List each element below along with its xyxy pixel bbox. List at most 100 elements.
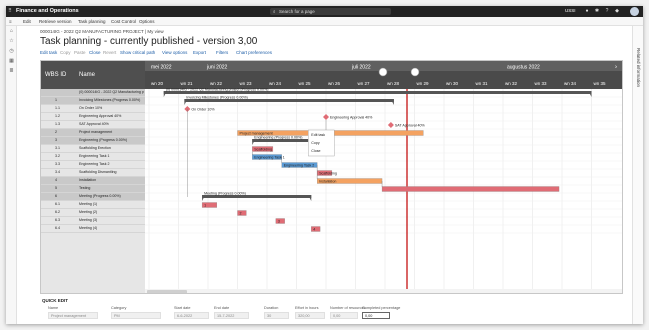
view-options-button[interactable]: View options [162,50,187,55]
quick-edit-field[interactable]: Project management [48,312,98,319]
task-name-cell: Engineering (Progress 0.00%) [79,138,128,142]
wbs-id-cell: 3.2 [55,154,60,158]
table-row[interactable]: 3.4 Scaffolding Dismantling [41,169,145,177]
table-row[interactable]: 1.3 SAT Approval 40% [41,121,145,129]
table-row[interactable]: 2 Project management [41,129,145,137]
wbs-id-cell: 4 [55,178,57,182]
table-row[interactable]: 3 Engineering (Progress 0.00%) [41,137,145,145]
menu-icon[interactable]: ≡ [9,19,12,24]
help-icon[interactable]: ? [604,8,610,14]
gear-icon[interactable]: ✱ [594,8,600,14]
app-topbar: ⠿ Finance and Operations ⌕ Search for a … [6,6,643,17]
task-name-cell: Engineering Approval 40% [79,114,122,118]
week-label: wn 26 [328,81,341,86]
chat-icon[interactable]: ◆ [614,8,620,14]
menu-item-cost-control[interactable]: Cost Control [111,19,136,24]
engineering-approval-milestone[interactable] [323,114,329,120]
table-row[interactable]: 6.1 Meeting (1) [41,201,145,209]
legal-entity[interactable]: USSI [565,8,576,13]
week-label: wn 32 [505,81,518,86]
bell-icon[interactable]: ● [584,8,590,14]
table-row[interactable]: 6 Meeting (Progress 0.00%) [41,193,145,201]
modules-icon[interactable]: ≣ [6,66,17,76]
wbs-id-cell: 6.2 [55,210,60,214]
wbs-id-header[interactable]: WBS ID [45,72,66,78]
scroll-right-icon[interactable]: › [615,65,617,71]
workspaces-icon[interactable]: ▦ [6,56,17,66]
task-name-cell: Meeting (Progress 0.00%) [79,194,121,198]
table-row[interactable]: 6.4 Meeting (4) [41,225,145,233]
table-row[interactable]: 6.2 Meeting (2) [41,209,145,217]
week-label: wn 22 [210,81,223,86]
table-row[interactable]: 3.1 Scaffolding Erection [41,145,145,153]
horizontal-scrollbar[interactable] [145,289,623,294]
engineering-approval-milestone-label: Engineering Approval 40% [330,115,373,119]
quick-edit-title[interactable]: QUICK EDIT [42,298,68,303]
search-placeholder: Search for a page [279,9,315,14]
quick-edit-field[interactable]: 320,00 [295,312,325,319]
scrollbar-thumb[interactable] [147,290,187,294]
quick-edit-field[interactable]: PM [111,312,161,319]
task-name-cell: Meeting (1) [79,202,98,206]
quick-edit-field[interactable]: 15-7-2022 [214,312,249,319]
testing-bar[interactable] [381,186,560,192]
meeting-1-bar-label: 1 [204,203,206,207]
related-information-label: Related information [636,48,641,88]
edit-task-button[interactable]: Edit task [40,50,57,55]
quick-edit-field[interactable]: 30 [264,312,289,319]
task-name-cell: Scaffolding Dismantling [79,170,117,174]
table-row[interactable]: 6.3 Meeting (3) [41,217,145,225]
timeline-nav-right-icon[interactable] [410,67,420,77]
context-menu-item-copy[interactable]: Copy [311,141,320,145]
close-button[interactable]: Close [89,50,101,55]
week-label: wn 31 [476,81,489,86]
revert-button[interactable]: Revert [103,50,116,55]
engineering-task-1-bar-label: Engineering Task 1 [254,155,285,159]
home-icon[interactable]: ⌂ [6,26,17,36]
wbs-id-cell: 1 [55,98,57,102]
export-button[interactable]: Export [193,50,206,55]
table-row[interactable]: (0) 000014IG - 2022 Q2 Manufacturing p [41,89,145,97]
menu-item-edit[interactable]: Edit [23,19,31,24]
task-name-cell: Engineering Task 1 [79,154,110,158]
wbs-id-cell: 3.1 [55,146,60,150]
recent-icon[interactable]: ◷ [6,46,17,56]
name-header[interactable]: Name [79,72,95,78]
paste-button[interactable]: Paste [74,50,86,55]
breadcrumb[interactable]: 000014IG - 2022 Q2 MANUFACTURING PROJECT… [40,29,164,34]
left-nav: ⌂ ☆ ◷ ▦ ≣ [6,26,17,324]
table-row[interactable]: 3.3 Engineering Task 2 [41,161,145,169]
table-row[interactable]: 3.2 Engineering Task 1 [41,153,145,161]
menu-item-options[interactable]: Options [139,19,155,24]
quick-edit-field[interactable]: 0,00 [362,312,390,319]
wbs-id-cell: 1.2 [55,114,60,118]
context-menu-item-close[interactable]: Close [311,149,320,153]
copy-button[interactable]: Copy [60,50,71,55]
task-name-cell: Testing [79,186,91,190]
avatar[interactable] [630,7,639,16]
context-menu-item-edit-task[interactable]: Edit task [311,133,325,137]
table-row[interactable]: 1 Invoicing Milestones (Progress 0.00%) [41,97,145,105]
show-critical-path-button[interactable]: Show critical path [120,50,155,55]
week-label: wn 34 [564,81,577,86]
waffle-icon[interactable]: ⠿ [7,8,13,14]
quick-edit-field[interactable]: 0,00 [330,312,358,319]
menu-item-retrieve-version[interactable]: Retrieve version [39,19,72,24]
task-name-cell: Project management [79,130,113,134]
menu-item-task-planning[interactable]: Task planning [78,19,106,24]
quick-edit-field[interactable]: 6-6-2022 [174,312,209,319]
timeline-nav-left-icon[interactable] [378,67,388,77]
filters-button[interactable]: Filters [216,50,228,55]
week-label: wn 29 [417,81,430,86]
search-box[interactable]: ⌕ Search for a page [270,8,391,15]
table-row[interactable]: 1.2 Engineering Approval 40% [41,113,145,121]
related-information-pane[interactable]: Related information [632,26,643,324]
chart-preferences-button[interactable]: Chart preferences [236,50,272,55]
table-row[interactable]: 4 Installation [41,177,145,185]
table-row[interactable]: 1.1 On Order 10% [41,105,145,113]
favorites-icon[interactable]: ☆ [6,36,17,46]
quick-edit-label: Completed percentage [362,306,401,310]
quick-edit-panel: QUICK EDIT Name Project management Categor… [40,296,623,324]
table-row[interactable]: 5 Testing [41,185,145,193]
sat-approval-milestone[interactable] [387,122,394,128]
